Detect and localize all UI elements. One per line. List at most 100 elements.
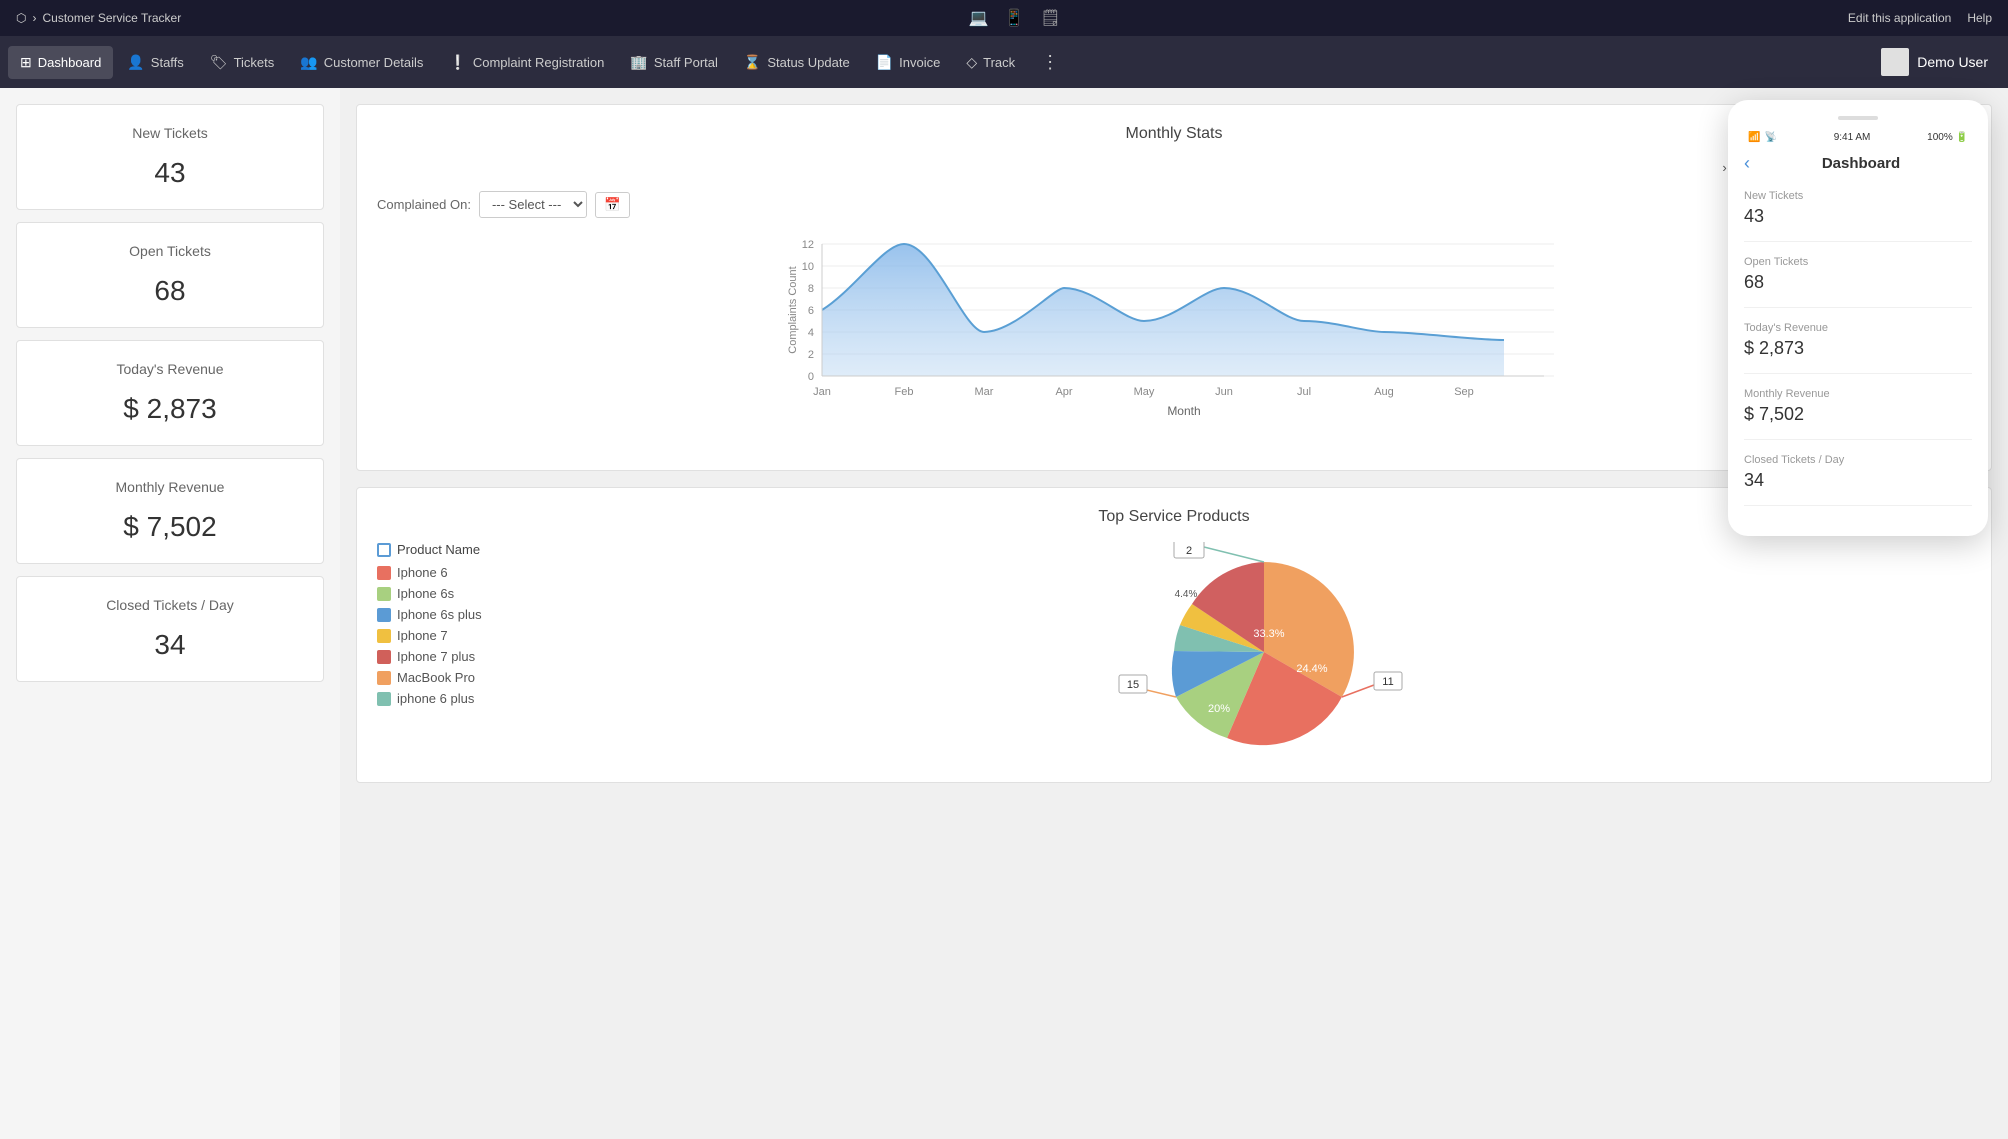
drag-bar	[1838, 116, 1878, 120]
tickets-icon: 🏷	[210, 54, 228, 71]
nav-label-complaint-registration: Complaint Registration	[473, 55, 605, 70]
stat-label-monthly-revenue: Monthly Revenue	[41, 479, 299, 495]
svg-text:Jan: Jan	[813, 386, 831, 398]
svg-text:Mar: Mar	[975, 386, 994, 398]
tablet-portrait-icon[interactable]: 📱	[1004, 8, 1024, 28]
mobile-label-new-tickets: New Tickets	[1744, 190, 1972, 202]
wifi-icon: 📡	[1764, 132, 1776, 143]
mobile-value-closed-tickets: 34	[1744, 470, 1972, 491]
mobile-stat-new-tickets: New Tickets 43	[1744, 190, 1972, 242]
nav-item-complaint-registration[interactable]: ❕ Complaint Registration	[437, 46, 616, 79]
mobile-time: 9:41 AM	[1834, 132, 1871, 143]
nav-label-staff-portal: Staff Portal	[654, 55, 718, 70]
top-bar: ⬡ › Customer Service Tracker 💻 📱 🗒 Edit …	[0, 0, 2008, 36]
nav-item-staff-portal[interactable]: 🏢 Staff Portal	[618, 46, 730, 79]
mobile-preview: 📶 📡 9:41 AM 100% 🔋 ‹ Dashboard New Ticke…	[1728, 100, 1988, 536]
stat-label-open-tickets: Open Tickets	[41, 243, 299, 259]
legend-color-macbook-pro	[377, 671, 391, 685]
nav-label-dashboard: Dashboard	[38, 55, 102, 70]
svg-text:Feb: Feb	[895, 386, 914, 398]
mobile-value-todays-revenue: $ 2,873	[1744, 338, 1972, 359]
legend-iphone6s: Iphone 6s	[377, 586, 537, 601]
legend-color-iphone6	[377, 566, 391, 580]
nav-label-staffs: Staffs	[151, 55, 184, 70]
svg-text:2: 2	[1186, 545, 1192, 557]
svg-text:Aug: Aug	[1374, 386, 1394, 398]
complained-on-select[interactable]: --- Select ---	[479, 191, 587, 218]
svg-text:Jun: Jun	[1215, 386, 1233, 398]
nav-item-invoice[interactable]: 📄 Invoice	[864, 46, 953, 79]
stat-value-monthly-revenue: $ 7,502	[41, 511, 299, 543]
customer-details-icon: 👥	[300, 54, 317, 71]
legend-header-checkbox[interactable]	[377, 543, 391, 557]
legend-color-iphone7	[377, 629, 391, 643]
stat-card-monthly-revenue: Monthly Revenue $ 7,502	[16, 458, 324, 564]
app-title: Customer Service Tracker	[42, 11, 181, 25]
nav-item-dashboard[interactable]: ⊞ Dashboard	[8, 46, 113, 79]
laptop-icon[interactable]: 💻	[968, 8, 988, 28]
stat-card-new-tickets: New Tickets 43	[16, 104, 324, 210]
user-menu[interactable]: Demo User	[1869, 42, 2000, 82]
status-update-icon: ⌛	[744, 54, 761, 71]
dashboard-icon: ⊞	[20, 54, 32, 71]
nav-item-more[interactable]: ⋮	[1029, 44, 1071, 81]
svg-text:6: 6	[808, 305, 814, 317]
avatar	[1881, 48, 1909, 76]
svg-text:Sep: Sep	[1454, 386, 1474, 398]
stat-value-open-tickets: 68	[41, 275, 299, 307]
device-switcher: 💻 📱 🗒	[968, 8, 1060, 28]
legend-iphone7: Iphone 7	[377, 628, 537, 643]
stat-card-open-tickets: Open Tickets 68	[16, 222, 324, 328]
mobile-value-monthly-revenue: $ 7,502	[1744, 404, 1972, 425]
tablet-landscape-icon[interactable]: 🗒	[1040, 8, 1060, 28]
mobile-stat-closed-tickets: Closed Tickets / Day 34	[1744, 454, 1972, 506]
breadcrumb-separator: ›	[32, 11, 36, 25]
svg-text:Month: Month	[1167, 404, 1200, 418]
app-icon: ⬡	[16, 11, 26, 25]
svg-text:4.4%: 4.4%	[1175, 589, 1198, 600]
nav-label-invoice: Invoice	[899, 55, 940, 70]
nav-item-customer-details[interactable]: 👥 Customer Details	[288, 46, 435, 79]
svg-text:Complaints Count: Complaints Count	[787, 266, 799, 353]
stat-label-todays-revenue: Today's Revenue	[41, 361, 299, 377]
mobile-label-closed-tickets: Closed Tickets / Day	[1744, 454, 1972, 466]
svg-text:Jul: Jul	[1297, 386, 1311, 398]
stat-label-closed-tickets-day: Closed Tickets / Day	[41, 597, 299, 613]
top-bar-actions: Edit this application Help	[1848, 11, 1992, 25]
mobile-header: ‹ Dashboard	[1744, 153, 1972, 174]
legend-macbook-pro: MacBook Pro	[377, 670, 537, 685]
svg-text:11: 11	[1382, 676, 1393, 688]
help-button[interactable]: Help	[1967, 11, 1992, 25]
svg-text:33.3%: 33.3%	[1253, 628, 1284, 640]
mobile-value-new-tickets: 43	[1744, 206, 1972, 227]
calendar-button[interactable]: 📅	[595, 192, 630, 218]
mobile-stat-todays-revenue: Today's Revenue $ 2,873	[1744, 322, 1972, 374]
pie-content: Product Name Iphone 6 Iphone 6s Iphone 6…	[377, 542, 1971, 762]
legend-iphone7-plus: Iphone 7 plus	[377, 649, 537, 664]
svg-text:4: 4	[808, 327, 814, 339]
svg-text:24.4%: 24.4%	[1296, 663, 1327, 675]
legend-color-iphone6s	[377, 587, 391, 601]
breadcrumb: ⬡ › Customer Service Tracker	[16, 11, 181, 25]
drag-handle	[1744, 116, 1972, 120]
nav-item-staffs[interactable]: 👤 Staffs	[115, 46, 195, 79]
nav-label-status-update: Status Update	[767, 55, 849, 70]
nav-item-tickets[interactable]: 🏷 Tickets	[198, 46, 286, 79]
staffs-icon: 👤	[127, 54, 144, 71]
pie-chart-svg: 2 11 24.4% 33.3% 20% 4.4%	[1114, 542, 1414, 762]
mobile-stat-open-tickets: Open Tickets 68	[1744, 256, 1972, 308]
complaint-registration-icon: ❕	[449, 54, 466, 71]
pie-legend: Product Name Iphone 6 Iphone 6s Iphone 6…	[377, 542, 537, 712]
svg-text:Apr: Apr	[1055, 386, 1072, 398]
legend-iphone6: Iphone 6	[377, 565, 537, 580]
nav-item-track[interactable]: ◇ Track	[954, 46, 1027, 79]
legend-iphone6-plus: iphone 6 plus	[377, 691, 537, 706]
nav-label-customer-details: Customer Details	[324, 55, 424, 70]
svg-text:8: 8	[808, 283, 814, 295]
svg-text:May: May	[1134, 386, 1155, 398]
edit-application-button[interactable]: Edit this application	[1848, 11, 1951, 25]
nav-item-status-update[interactable]: ⌛ Status Update	[732, 46, 862, 79]
nav-label-track: Track	[983, 55, 1015, 70]
svg-text:2: 2	[808, 349, 814, 361]
signal-icon: 📶	[1748, 132, 1760, 143]
